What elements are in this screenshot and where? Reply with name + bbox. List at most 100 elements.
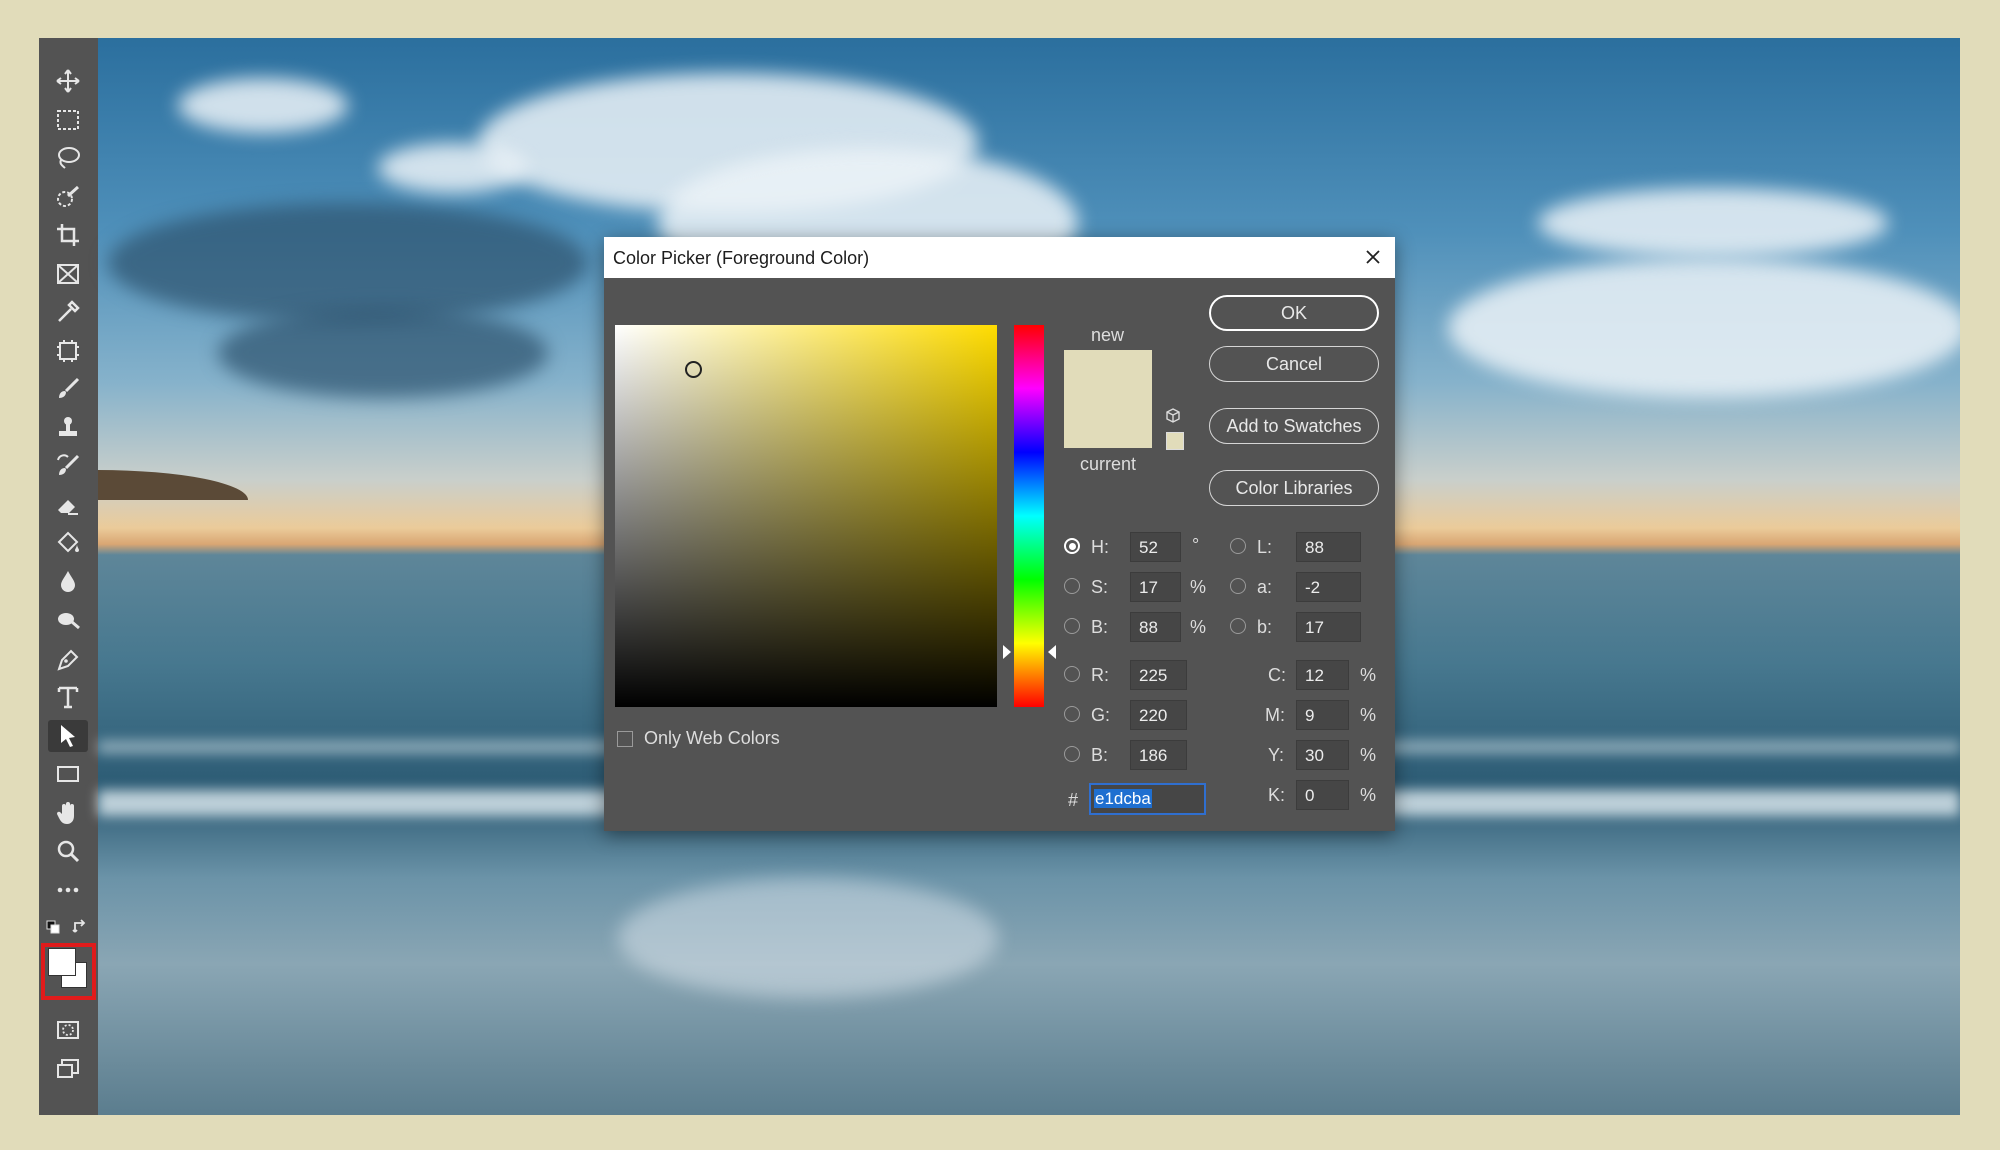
saturation-radio[interactable] [1064, 578, 1080, 594]
hex-prefix: # [1068, 790, 1079, 810]
red-label: R: [1091, 665, 1109, 685]
brightness-field[interactable]: 88 [1130, 612, 1181, 642]
web-safe-swatch[interactable] [1166, 432, 1184, 450]
cloud [1448, 258, 1960, 398]
screen-mode-icon [57, 1059, 79, 1078]
zoom-icon [57, 840, 80, 863]
a-channel-field[interactable]: -2 [1296, 572, 1361, 602]
only-web-colors-label[interactable]: Only Web Colors [644, 728, 780, 749]
paint-bucket-icon [57, 531, 79, 553]
only-web-colors-checkbox[interactable] [617, 731, 633, 747]
quick-selection-tool[interactable] [48, 181, 88, 213]
blue-radio[interactable] [1064, 746, 1080, 762]
type-tool[interactable] [48, 681, 88, 713]
screen-mode-button[interactable] [48, 1053, 88, 1085]
green-radio[interactable] [1064, 706, 1080, 722]
hue-slider-right-arrow[interactable] [1048, 644, 1056, 659]
lightness-radio[interactable] [1230, 538, 1246, 554]
hue-radio[interactable] [1064, 538, 1080, 554]
out-of-gamut-warning[interactable] [1164, 407, 1182, 425]
percent-unit: % [1190, 617, 1207, 637]
swap-colors-button[interactable] [71, 918, 89, 936]
type-icon [57, 686, 79, 709]
cube-icon [1166, 408, 1180, 423]
percent-unit: % [1190, 577, 1207, 597]
green-label: G: [1091, 705, 1111, 725]
healing-tool[interactable] [48, 335, 88, 367]
cancel-button[interactable]: Cancel [1209, 346, 1379, 382]
saturation-field[interactable]: 17 [1130, 572, 1181, 602]
more-icon [57, 887, 79, 893]
move-icon [56, 69, 80, 93]
new-color-swatch [1064, 350, 1152, 399]
green-field[interactable]: 220 [1130, 700, 1187, 730]
pen-tool[interactable] [48, 643, 88, 675]
yellow-label: Y: [1268, 745, 1285, 765]
b-channel-field[interactable]: 17 [1296, 612, 1361, 642]
stamp-tool[interactable] [48, 412, 88, 444]
crop-tool[interactable] [48, 219, 88, 251]
black-field[interactable]: 0 [1296, 780, 1349, 810]
hand-icon [56, 802, 74, 824]
tools-panel [39, 38, 98, 1115]
blue-field[interactable]: 186 [1130, 740, 1187, 770]
percent-unit: % [1360, 705, 1377, 725]
dodge-tool[interactable] [48, 604, 88, 636]
cloud [178, 78, 348, 133]
clone-stamp-icon [59, 417, 77, 436]
ok-button[interactable]: OK [1209, 295, 1379, 331]
yellow-field[interactable]: 30 [1296, 740, 1349, 770]
red-field[interactable]: 225 [1130, 660, 1187, 690]
lasso-tool[interactable] [48, 142, 88, 174]
hue-slider[interactable] [1014, 325, 1044, 707]
blur-tool[interactable] [48, 566, 88, 598]
lightness-label: L: [1257, 537, 1273, 557]
color-libraries-button[interactable]: Color Libraries [1209, 470, 1379, 506]
path-selection-icon [61, 725, 75, 747]
magenta-label: M: [1265, 705, 1285, 725]
frame-icon [57, 264, 79, 284]
quick-selection-icon [57, 185, 80, 207]
island [98, 470, 248, 500]
hue-slider-left-arrow[interactable] [1003, 644, 1011, 659]
brightness-radio[interactable] [1064, 618, 1080, 634]
eraser-icon [58, 500, 78, 515]
zoom-tool[interactable] [48, 835, 88, 867]
cyan-label: C: [1268, 665, 1286, 685]
cyan-field[interactable]: 12 [1296, 660, 1349, 690]
move-tool[interactable] [48, 65, 88, 97]
percent-unit: % [1360, 745, 1377, 765]
eyedropper-tool[interactable] [48, 296, 88, 328]
percent-unit: % [1360, 665, 1377, 685]
dialog-title-bar[interactable]: Color Picker (Foreground Color) [604, 237, 1395, 278]
brush-icon [59, 377, 80, 398]
a-channel-radio[interactable] [1230, 578, 1246, 594]
more-tools[interactable] [48, 874, 88, 906]
marquee-tool[interactable] [48, 104, 88, 136]
default-colors-button[interactable] [46, 920, 60, 934]
b-channel-radio[interactable] [1230, 618, 1246, 634]
magenta-field[interactable]: 9 [1296, 700, 1349, 730]
add-to-swatches-button[interactable]: Add to Swatches [1209, 408, 1379, 444]
lightness-field[interactable]: 88 [1296, 532, 1361, 562]
dodge-icon [58, 613, 80, 630]
a-channel-label: a: [1257, 577, 1273, 597]
eraser-tool[interactable] [48, 489, 88, 521]
paint-bucket-tool[interactable] [48, 527, 88, 559]
brush-tool[interactable] [48, 373, 88, 405]
saturation-brightness-field[interactable] [615, 325, 997, 707]
frame-tool[interactable] [48, 258, 88, 290]
b-channel-label: b: [1257, 617, 1273, 637]
hand-tool[interactable] [48, 797, 88, 829]
hex-input[interactable]: e1dcba [1089, 783, 1206, 815]
current-color-swatch[interactable] [1064, 399, 1152, 448]
color-field-marker[interactable] [685, 361, 702, 378]
quick-mask-button[interactable] [48, 1014, 88, 1046]
path-selection-tool[interactable] [48, 720, 88, 752]
history-brush-tool[interactable] [48, 450, 88, 482]
degree-unit: ° [1192, 535, 1200, 555]
rectangle-tool[interactable] [48, 758, 88, 790]
red-radio[interactable] [1064, 666, 1080, 682]
close-button[interactable] [1359, 243, 1387, 271]
hue-field[interactable]: 52 [1130, 532, 1181, 562]
